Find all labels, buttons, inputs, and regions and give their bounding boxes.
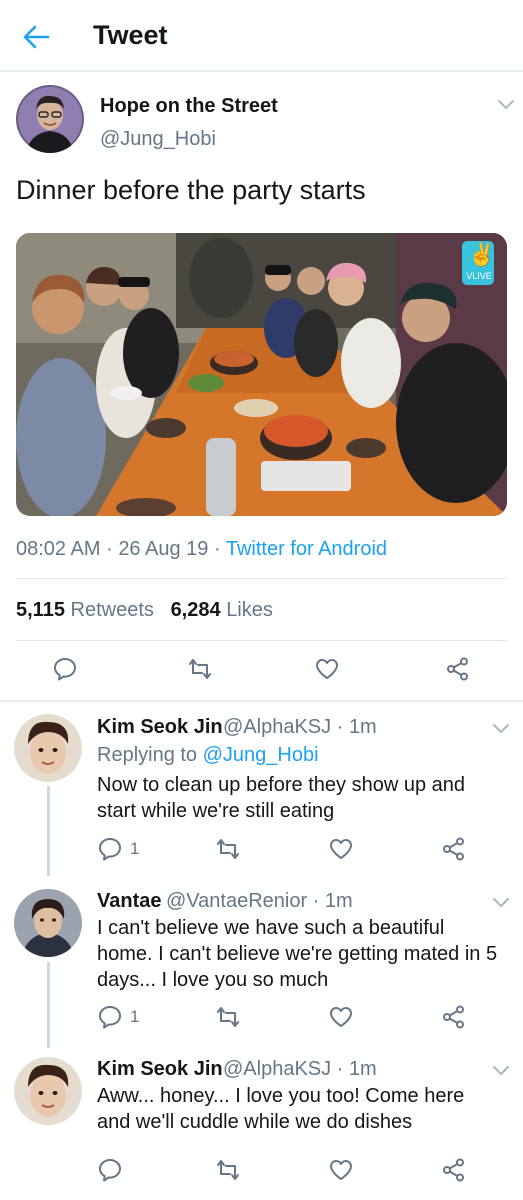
share-icon[interactable] <box>439 1002 469 1032</box>
tweet-time: 08:02 AM <box>16 538 101 560</box>
tweet-text: Dinner before the party starts <box>16 175 366 205</box>
reply-icon[interactable] <box>95 1002 125 1032</box>
share-icon[interactable] <box>443 654 473 684</box>
replying-to-handle[interactable]: @Jung_Hobi <box>203 744 319 766</box>
tweet-date: 26 Aug 19 <box>118 538 209 560</box>
page-title: Tweet <box>93 20 168 50</box>
user-handle[interactable]: @Jung_Hobi <box>100 128 216 151</box>
chevron-down-icon[interactable] <box>497 98 515 110</box>
likes-label[interactable]: Likes <box>226 599 273 621</box>
like-icon[interactable] <box>326 1002 356 1032</box>
separator: · <box>336 716 344 738</box>
reply-time: 1m <box>348 716 377 738</box>
likes-count[interactable]: 6,284 <box>171 599 221 621</box>
chevron-down-icon[interactable] <box>492 1064 510 1076</box>
tweet-source-link[interactable]: Twitter for Android <box>226 538 387 560</box>
retweets-label[interactable]: Retweets <box>71 599 154 621</box>
reply-count: 1 <box>130 1007 140 1026</box>
like-icon[interactable] <box>326 1155 356 1185</box>
divider <box>16 640 507 641</box>
reply-icon[interactable] <box>50 654 80 684</box>
separator: · <box>336 1058 344 1080</box>
top-bar: Tweet <box>0 0 523 72</box>
reply-icon[interactable] <box>95 1155 125 1185</box>
tweet-meta: 08:02 AM · 26 Aug 19 · Twitter for Andro… <box>16 538 387 561</box>
like-icon[interactable] <box>326 834 356 864</box>
reply-handle[interactable]: @AlphaKSJ <box>223 716 331 738</box>
retweets-count[interactable]: 5,115 <box>16 599 65 621</box>
reply-display-name[interactable]: Vantae <box>97 890 161 913</box>
reply-time: 1m <box>324 890 353 912</box>
share-icon[interactable] <box>439 1155 469 1185</box>
thread-connector <box>47 962 50 1048</box>
separator: · <box>106 538 113 560</box>
replying-to-label: Replying to <box>97 744 198 766</box>
separator: · <box>312 890 320 912</box>
retweet-icon[interactable] <box>213 834 243 864</box>
reply-time: 1m <box>348 1058 377 1080</box>
avatar-reply-3[interactable] <box>14 1057 82 1125</box>
avatar-reply-2[interactable] <box>14 889 82 957</box>
reply-display-name[interactable]: Kim Seok Jin <box>97 716 223 739</box>
retweet-icon[interactable] <box>185 654 215 684</box>
reply-handle[interactable]: @VantaeRenior <box>166 890 307 912</box>
reply-meta: @AlphaKSJ · 1m <box>223 1058 377 1081</box>
retweet-icon[interactable] <box>213 1002 243 1032</box>
back-arrow-icon[interactable] <box>22 24 50 50</box>
divider <box>0 700 523 702</box>
replying-to: Replying to @Jung_Hobi <box>97 744 319 767</box>
reply-handle[interactable]: @AlphaKSJ <box>223 1058 331 1080</box>
like-icon[interactable] <box>312 654 342 684</box>
reply-meta: @VantaeRenior · 1m <box>166 890 353 913</box>
avatar-reply-1[interactable] <box>14 714 82 782</box>
separator: · <box>213 538 221 560</box>
reply-icon[interactable] <box>95 834 125 864</box>
display-name[interactable]: Hope on the Street <box>100 95 278 118</box>
tweet-stats: 5,115 Retweets 6,284 Likes <box>16 599 273 622</box>
reply-text: I can't believe we have such a beautiful… <box>97 917 498 991</box>
retweet-icon[interactable] <box>213 1155 243 1185</box>
media-badge: VLIVE <box>466 271 492 281</box>
reply-text: Now to clean up before they show up and … <box>97 774 466 822</box>
chevron-down-icon[interactable] <box>492 896 510 908</box>
reply-text: Aww... honey... I love you too! Come her… <box>97 1085 465 1133</box>
reply-count: 1 <box>130 839 140 858</box>
divider <box>16 578 507 579</box>
tweet-media-image[interactable]: ✌ VLIVE <box>16 233 507 516</box>
reply-meta: @AlphaKSJ · 1m <box>223 716 377 739</box>
thread-connector <box>47 786 50 876</box>
reply-display-name[interactable]: Kim Seok Jin <box>97 1058 223 1081</box>
share-icon[interactable] <box>439 834 469 864</box>
v-logo-icon: ✌ <box>468 242 496 267</box>
chevron-down-icon[interactable] <box>492 722 510 734</box>
avatar-main[interactable] <box>16 85 84 153</box>
